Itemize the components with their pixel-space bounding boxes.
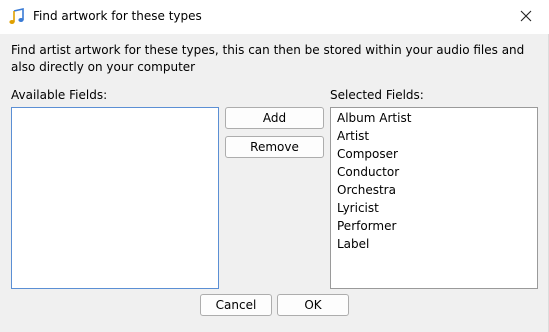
available-fields-list[interactable] (11, 107, 219, 289)
ok-button[interactable]: OK (277, 294, 349, 316)
selected-fields-label: Selected Fields: (330, 88, 424, 102)
list-item[interactable]: Performer (337, 218, 396, 234)
list-item[interactable]: Artist (337, 128, 369, 144)
close-icon (520, 10, 532, 25)
list-item[interactable]: Conductor (337, 164, 399, 180)
list-item[interactable]: Orchestra (337, 182, 396, 198)
remove-button[interactable]: Remove (225, 136, 324, 158)
cancel-button[interactable]: Cancel (200, 294, 272, 316)
selected-fields-list[interactable]: Album Artist Artist Composer Conductor O… (330, 107, 538, 289)
add-button[interactable]: Add (225, 107, 324, 129)
list-item[interactable]: Album Artist (337, 110, 411, 126)
description-text: Find artist artwork for these types, thi… (11, 43, 525, 74)
list-item[interactable]: Composer (337, 146, 398, 162)
available-fields-label: Available Fields: (11, 88, 108, 102)
close-button[interactable] (503, 0, 549, 34)
window-title: Find artwork for these types (33, 9, 202, 23)
title-bar: Find artwork for these types (0, 0, 549, 34)
music-note-icon (8, 8, 26, 26)
list-item[interactable]: Lyricist (337, 200, 379, 216)
list-item[interactable]: Label (337, 236, 369, 252)
